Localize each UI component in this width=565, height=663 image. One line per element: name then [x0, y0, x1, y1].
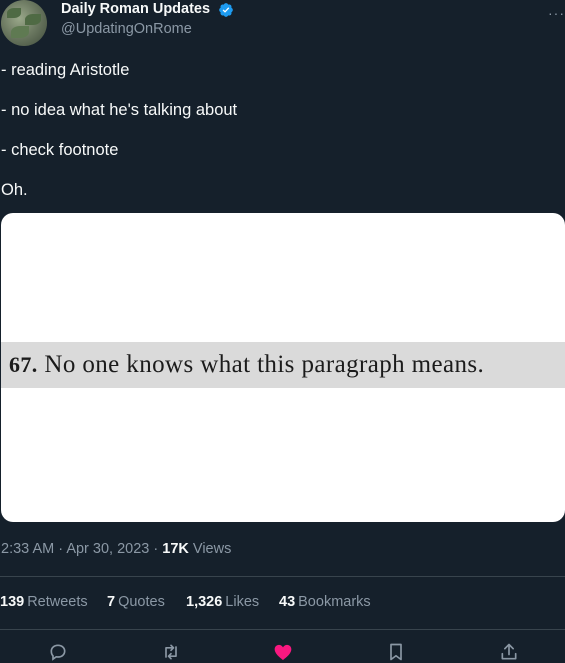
meta-separator: ·	[153, 541, 159, 557]
tweet-text-line: - check footnote	[1, 141, 119, 159]
verified-badge-icon	[219, 3, 233, 17]
views-label: Views	[192, 541, 232, 557]
tweet-text-line: Oh.	[1, 181, 28, 199]
like-button[interactable]	[272, 641, 294, 663]
retweets-stat[interactable]: 139 Retweets	[0, 594, 88, 610]
tweet-text-line: - reading Aristotle	[1, 61, 130, 79]
bookmark-button[interactable]	[385, 641, 407, 663]
display-name[interactable]: Daily Roman Updates	[61, 1, 210, 17]
tweet-text-line: - no idea what he's talking about	[1, 101, 238, 119]
quotes-count: 7	[107, 594, 116, 610]
reply-icon	[50, 644, 66, 661]
tweet-image[interactable]: 67. No one knows what this paragraph mea…	[1, 213, 565, 522]
share-icon	[501, 643, 517, 660]
footnote-number: 67.	[9, 352, 38, 377]
footnote-text: No one knows what this paragraph means.	[44, 351, 485, 378]
divider	[0, 576, 565, 577]
like-icon	[274, 644, 292, 660]
reply-button[interactable]	[47, 641, 69, 663]
tweet-date[interactable]: Apr 30, 2023	[66, 541, 149, 557]
tweet-timestamp: 2:33 AM · Apr 30, 2023 · 17K Views	[1, 541, 231, 557]
retweets-label: Retweets	[27, 594, 88, 610]
likes-stat[interactable]: 1,326 Likes	[186, 594, 259, 610]
divider	[0, 629, 565, 630]
likes-label: Likes	[225, 594, 260, 610]
retweets-count: 139	[0, 594, 25, 610]
retweet-icon	[165, 644, 177, 660]
bookmark-icon	[390, 643, 402, 661]
more-options-icon[interactable]: ···	[548, 5, 565, 21]
handle[interactable]: @UpdatingOnRome	[61, 21, 192, 37]
bookmarks-count: 43	[279, 594, 296, 610]
quotes-stat[interactable]: 7 Quotes	[107, 594, 165, 610]
views-count: 17K	[162, 541, 189, 557]
bookmarks-label: Bookmarks	[298, 594, 371, 610]
meta-separator: ·	[58, 541, 64, 557]
likes-count: 1,326	[186, 594, 223, 610]
avatar[interactable]	[1, 0, 47, 46]
tweet-time[interactable]: 2:33 AM	[1, 541, 54, 557]
quotes-label: Quotes	[118, 594, 165, 610]
retweet-button[interactable]	[160, 641, 182, 663]
footnote-strip: 67. No one knows what this paragraph mea…	[1, 342, 565, 388]
bookmarks-stat[interactable]: 43 Bookmarks	[279, 594, 371, 610]
share-button[interactable]	[498, 641, 520, 663]
